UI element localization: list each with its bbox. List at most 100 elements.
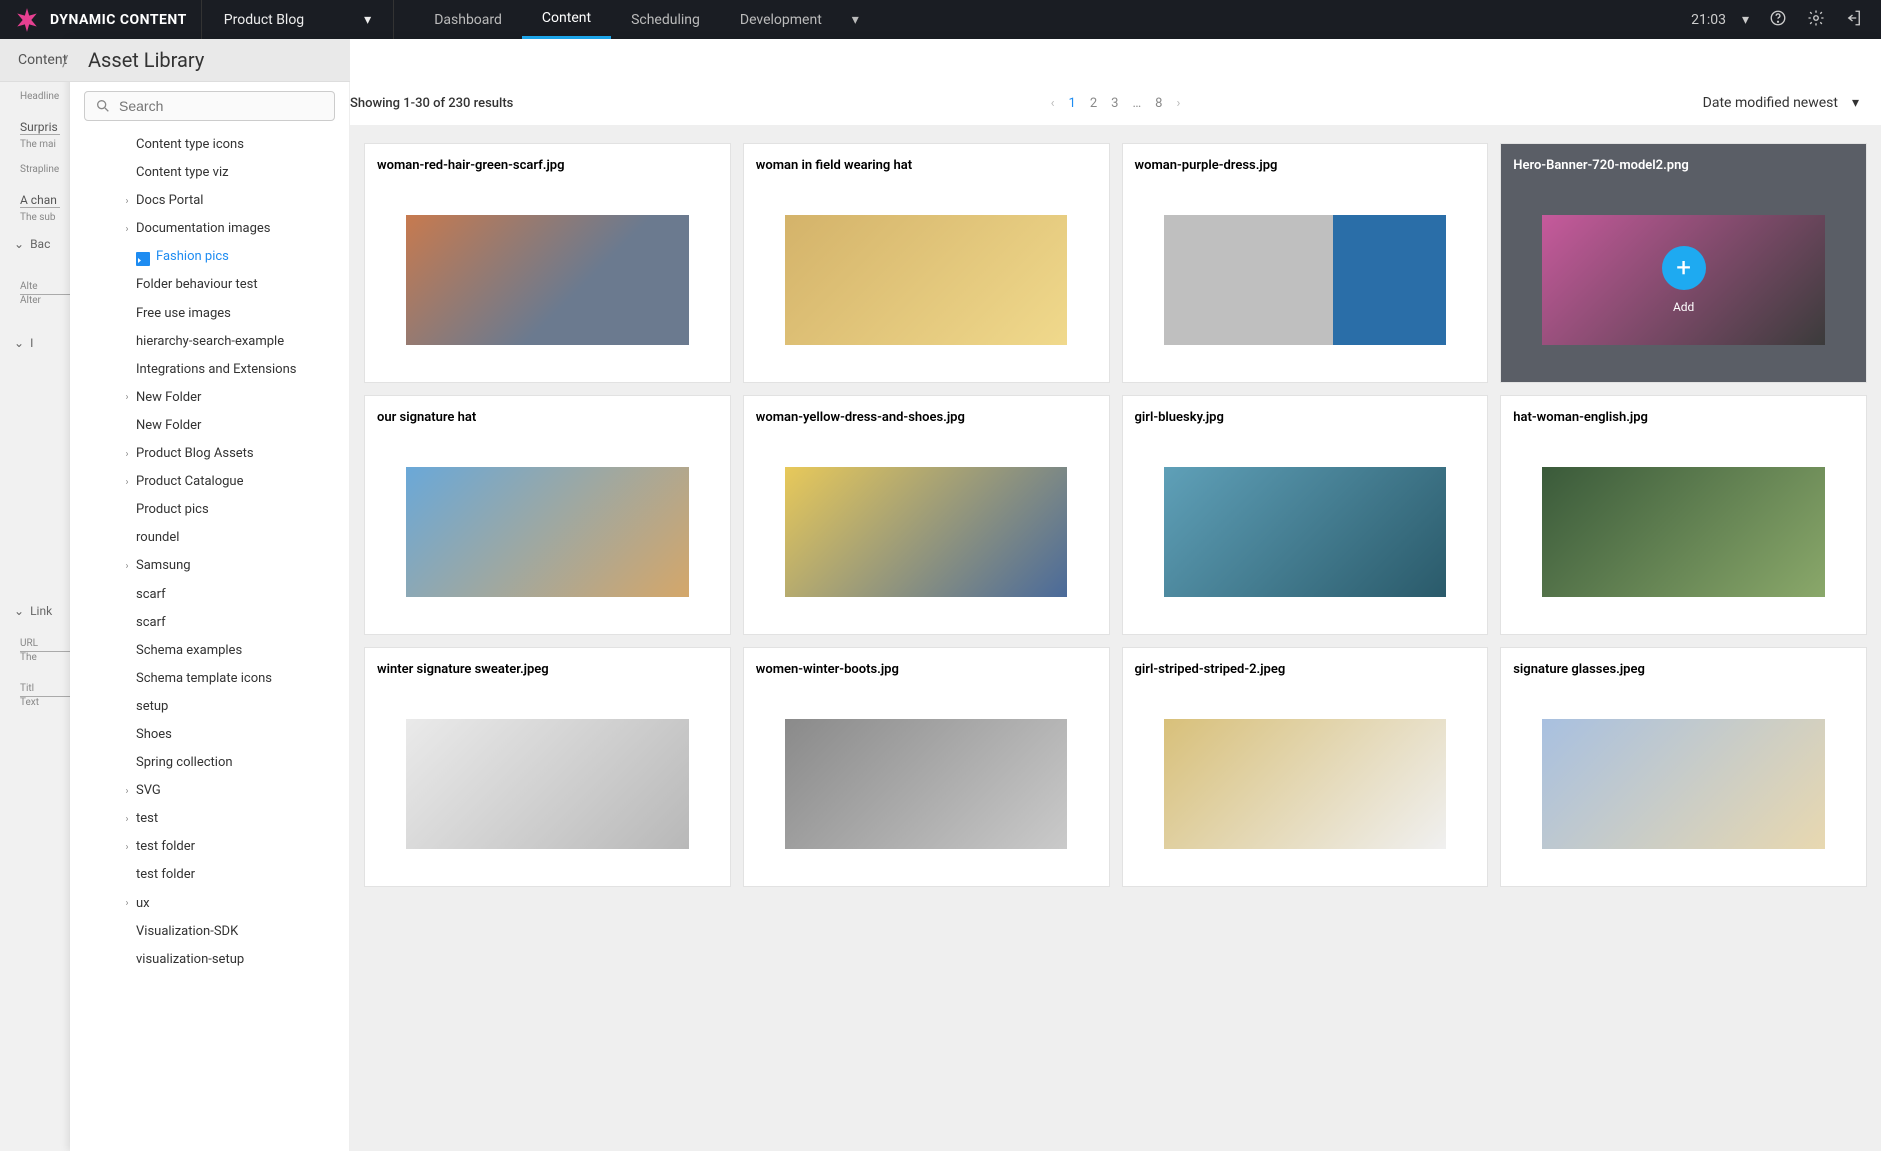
brand-area[interactable]: DYNAMIC CONTENT	[0, 0, 202, 39]
folder-item[interactable]: ›Docs Portal	[70, 187, 349, 215]
folder-item[interactable]: ›SVG	[70, 777, 349, 805]
time-selector[interactable]: 21:03 ▾	[1691, 12, 1749, 28]
folder-label: Product Blog Assets	[136, 443, 254, 465]
plus-icon[interactable]: +	[1662, 246, 1706, 290]
asset-card[interactable]: woman-yellow-dress-and-shoes.jpg	[743, 395, 1110, 635]
background-form-panel: Headline Surpris The mai Strapline A cha…	[0, 39, 70, 1151]
sort-label: Date modified newest	[1703, 95, 1838, 111]
asset-card[interactable]: our signature hat	[364, 395, 731, 635]
asset-filename: hat-woman-english.jpg	[1511, 406, 1856, 435]
tab-development[interactable]: Development ▾	[720, 0, 879, 39]
asset-card[interactable]: woman-purple-dress.jpg	[1122, 143, 1489, 383]
folder-label: Fashion pics	[156, 246, 229, 268]
asset-card[interactable]: women-winter-boots.jpg	[743, 647, 1110, 887]
folder-label: New Folder	[136, 387, 201, 409]
asset-card[interactable]: winter signature sweater.jpeg	[364, 647, 731, 887]
folder-label: Schema examples	[136, 640, 242, 662]
folder-item[interactable]: ›Content type viz	[70, 159, 349, 187]
asset-filename: our signature hat	[375, 406, 720, 435]
search-box[interactable]	[84, 91, 335, 121]
folder-item[interactable]: ›Product Blog Assets	[70, 440, 349, 468]
chevron-right-icon[interactable]: ›	[118, 811, 136, 828]
folder-item[interactable]: ›visualization-setup	[70, 946, 349, 974]
folder-item[interactable]: ›Documentation images	[70, 215, 349, 243]
logout-icon[interactable]	[1845, 9, 1863, 31]
page-next-icon[interactable]: ›	[1176, 96, 1180, 111]
folder-item[interactable]: ›Visualization-SDK	[70, 918, 349, 946]
asset-card[interactable]: Hero-Banner-720-model2.png+Add	[1500, 143, 1867, 383]
folder-item[interactable]: ›roundel	[70, 524, 349, 552]
tab-scheduling[interactable]: Scheduling	[611, 0, 720, 39]
folder-item[interactable]: ›Shoes	[70, 721, 349, 749]
topbar-right: 21:03 ▾	[1691, 9, 1881, 31]
folder-item[interactable]: ›test folder	[70, 861, 349, 889]
pagination: ‹ 123…8›	[1051, 96, 1181, 111]
folder-item[interactable]: ›test	[70, 805, 349, 833]
asset-card[interactable]: girl-bluesky.jpg	[1122, 395, 1489, 635]
folder-item[interactable]: ›Free use images	[70, 300, 349, 328]
chevron-right-icon[interactable]: ›	[118, 446, 136, 463]
chevron-right-icon[interactable]: ›	[118, 839, 136, 856]
asset-card[interactable]: signature glasses.jpeg	[1500, 647, 1867, 887]
folder-label: SVG	[136, 780, 161, 802]
folder-item[interactable]: ›Spring collection	[70, 749, 349, 777]
chevron-right-icon[interactable]: ›	[118, 221, 136, 238]
help-icon[interactable]	[1769, 9, 1787, 31]
add-overlay[interactable]: +Add	[1511, 183, 1856, 376]
folder-label: setup	[136, 696, 168, 718]
chevron-right-icon[interactable]: ›	[118, 193, 136, 210]
gear-icon[interactable]	[1807, 9, 1825, 31]
asset-card[interactable]: woman-red-hair-green-scarf.jpg	[364, 143, 731, 383]
folder-item[interactable]: ›setup	[70, 693, 349, 721]
page-number[interactable]: 8	[1155, 96, 1162, 111]
folder-item[interactable]: ›Schema template icons	[70, 665, 349, 693]
asset-filename: signature glasses.jpeg	[1511, 658, 1856, 687]
asset-card[interactable]: hat-woman-english.jpg	[1500, 395, 1867, 635]
sort-selector[interactable]: Date modified newest ▾	[1703, 95, 1859, 111]
chevron-right-icon[interactable]: ›	[118, 895, 136, 912]
folder-label: Product Catalogue	[136, 471, 243, 493]
breadcrumb-content[interactable]: Content	[18, 52, 67, 68]
page-number[interactable]: 3	[1111, 96, 1118, 111]
folder-item[interactable]: ›Content type icons	[70, 131, 349, 159]
asset-filename: women-winter-boots.jpg	[754, 658, 1099, 687]
folder-label: Content type icons	[136, 134, 244, 156]
folder-label: roundel	[136, 527, 179, 549]
chevron-right-icon[interactable]: ›	[118, 474, 136, 491]
folder-item[interactable]: ›Integrations and Extensions	[70, 356, 349, 384]
chevron-right-icon[interactable]: ›	[118, 389, 136, 406]
folder-item[interactable]: ›Product pics	[70, 496, 349, 524]
asset-grid-scroll[interactable]: woman-red-hair-green-scarf.jpgwoman in f…	[350, 125, 1881, 1151]
folder-item[interactable]: ›New Folder	[70, 384, 349, 412]
folder-item[interactable]: ›Fashion pics	[70, 243, 349, 271]
folder-icon	[136, 252, 150, 263]
tab-dashboard[interactable]: Dashboard	[414, 0, 522, 39]
chevron-right-icon[interactable]: ›	[118, 558, 136, 575]
folder-tree[interactable]: ›Content type icons›Content type viz›Doc…	[70, 131, 349, 1151]
hub-selector[interactable]: Product Blog ▾	[202, 0, 394, 39]
folder-label: Shoes	[136, 724, 172, 746]
folder-item[interactable]: ›scarf	[70, 609, 349, 637]
folder-item[interactable]: ›ux	[70, 890, 349, 918]
asset-thumbnail	[1133, 435, 1478, 628]
page-number[interactable]: 2	[1090, 96, 1097, 111]
folder-item[interactable]: ›Folder behaviour test	[70, 271, 349, 299]
chevron-down-icon: ▾	[1852, 95, 1859, 111]
asset-card[interactable]: girl-striped-striped-2.jpeg	[1122, 647, 1489, 887]
asset-card[interactable]: woman in field wearing hat	[743, 143, 1110, 383]
folder-item[interactable]: ›Schema examples	[70, 637, 349, 665]
folder-item[interactable]: ›test folder	[70, 833, 349, 861]
folder-item[interactable]: ›hierarchy-search-example	[70, 328, 349, 356]
folder-label: Samsung	[136, 555, 191, 577]
page-number[interactable]: 1	[1069, 96, 1076, 111]
tab-content[interactable]: Content	[522, 0, 611, 39]
chevron-right-icon[interactable]: ›	[118, 783, 136, 800]
asset-thumbnail	[375, 687, 720, 880]
folder-item[interactable]: ›Product Catalogue	[70, 468, 349, 496]
folder-item[interactable]: ›Samsung	[70, 552, 349, 580]
folder-item[interactable]: ›scarf	[70, 581, 349, 609]
search-input[interactable]	[119, 98, 324, 114]
hub-name: Product Blog	[224, 12, 304, 28]
folder-item[interactable]: ›New Folder	[70, 412, 349, 440]
page-prev-icon[interactable]: ‹	[1051, 96, 1055, 111]
